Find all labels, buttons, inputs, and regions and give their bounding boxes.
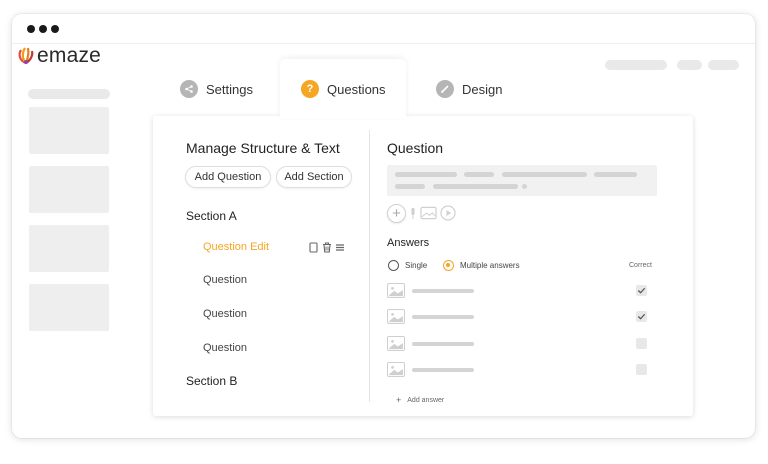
panel-divider [369,130,370,402]
answer-image-icon[interactable] [387,283,405,298]
section-b-label[interactable]: Section B [186,374,237,388]
option-multiple[interactable]: Multiple answers [443,260,520,271]
emaze-logo[interactable]: emaze [16,43,101,67]
correct-checkbox[interactable] [636,364,647,375]
sidebar-thumbnail[interactable] [29,284,109,331]
answer-text-placeholder[interactable] [412,315,474,319]
option-single[interactable]: Single [388,260,427,271]
header-placeholder [677,60,702,70]
answer-image-icon[interactable] [387,336,405,351]
single-label: Single [405,261,428,270]
tab-design[interactable]: Design [424,59,544,119]
question-tools [309,242,345,253]
trash-icon[interactable] [322,242,332,253]
correct-checkbox[interactable] [636,285,647,296]
multiple-radio[interactable] [443,260,454,271]
answer-image-icon[interactable] [387,309,405,324]
correct-checkbox[interactable] [636,338,647,349]
question-item[interactable]: Question [203,342,247,354]
window-titlebar [12,14,755,44]
tab-questions[interactable]: ? Questions [280,59,406,119]
peacock-logo-icon [18,47,34,65]
sidebar-thumbnail[interactable] [29,225,109,272]
sidebar-placeholder [28,89,110,99]
manage-structure-title: Manage Structure & Text [186,140,340,156]
add-answer-label: Add answer [407,396,445,404]
text-placeholder [502,172,587,177]
answer-text-placeholder[interactable] [412,289,474,293]
checkmark-icon [637,287,646,294]
text-placeholder [395,172,457,177]
window-dot-icon[interactable] [27,25,35,33]
answer-row [387,283,655,299]
add-media-icon[interactable]: + [387,203,406,223]
plus-icon: + [396,395,402,405]
answer-text-placeholder[interactable] [412,368,474,372]
add-answer-button[interactable]: + Add answer [396,395,444,405]
text-placeholder [594,172,637,177]
tab-settings-label: Settings [206,81,253,97]
question-item[interactable]: Question Edit [203,241,269,253]
header-placeholder [605,60,667,70]
correct-checkbox[interactable] [636,311,647,322]
tab-settings[interactable]: Settings [168,59,280,119]
media-toolbar: + [387,203,456,223]
add-section-button[interactable]: Add Section [276,166,352,188]
answer-image-icon[interactable] [387,362,405,377]
video-play-icon[interactable] [440,205,456,221]
question-icon: ? [301,80,319,98]
share-icon [180,80,198,98]
question-item[interactable]: Question [203,308,247,320]
question-title: Question [387,140,444,156]
text-placeholder [464,172,494,177]
answer-text-placeholder[interactable] [412,342,474,346]
add-question-button[interactable]: Add Question [185,166,271,188]
copy-icon[interactable] [309,242,319,253]
answers-title: Answers [387,237,430,249]
logo-text: emaze [37,43,102,67]
tab-design-label: Design [462,81,503,97]
text-placeholder [395,184,425,189]
header-placeholder [708,60,739,70]
image-icon[interactable] [420,206,437,220]
answer-row [387,309,655,325]
single-radio[interactable] [388,260,399,271]
questions-panel: Manage Structure & Text Add Question Add… [153,116,693,416]
checkmark-icon [637,313,646,320]
section-a-label[interactable]: Section A [186,209,237,223]
sidebar-thumbnail[interactable] [29,107,109,154]
text-placeholder [433,184,518,189]
menu-icon[interactable] [335,242,345,253]
window-dot-icon[interactable] [39,25,47,33]
correct-column-header: Correct [629,262,652,269]
brush-icon [436,80,454,98]
text-placeholder [522,184,527,189]
tab-questions-label: Questions [327,81,386,97]
sidebar-thumbnail[interactable] [29,166,109,213]
multiple-label: Multiple answers [460,261,520,270]
answer-row [387,362,655,378]
window-dot-icon[interactable] [51,25,59,33]
microphone-icon[interactable] [409,206,417,221]
answer-row [387,336,655,352]
question-text-editor[interactable] [387,165,657,196]
question-item[interactable]: Question [203,274,247,286]
